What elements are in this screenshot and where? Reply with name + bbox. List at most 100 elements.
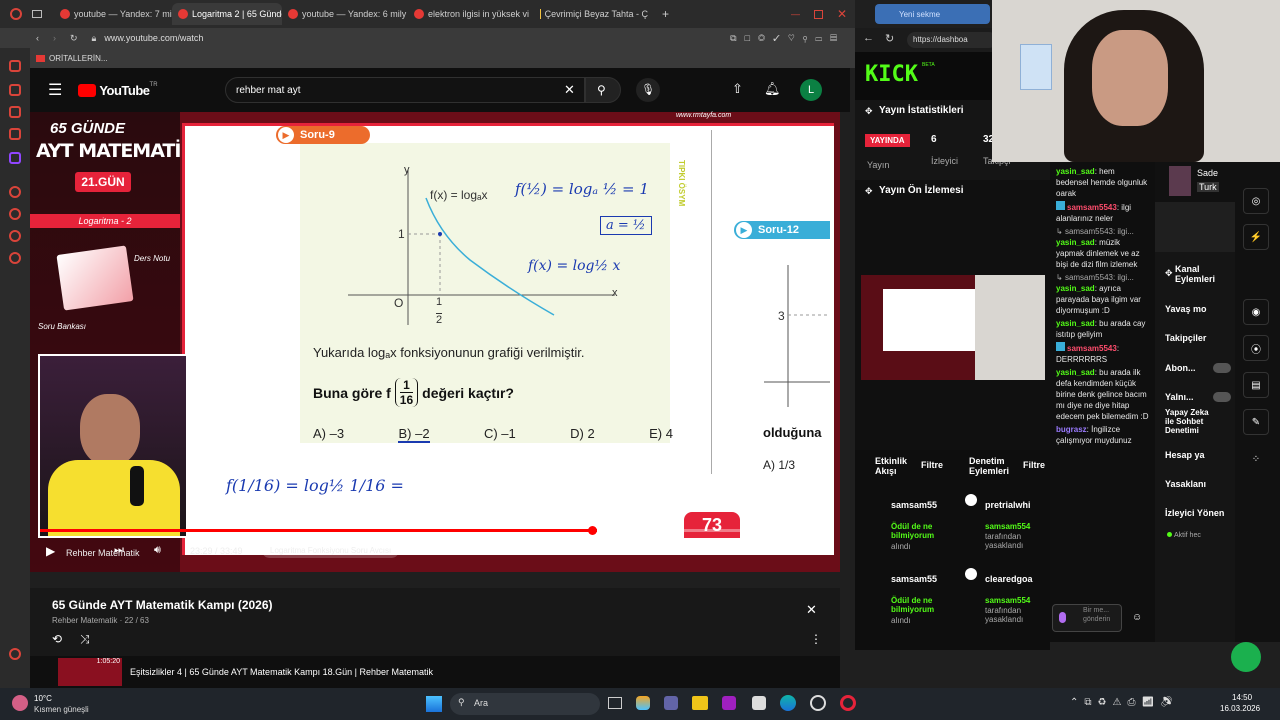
back-icon-2[interactable]: ← (863, 32, 874, 44)
tab-5[interactable]: Çevrimiçi Beyaz Tahta - Ç (534, 3, 654, 25)
toggle-only[interactable] (1213, 392, 1231, 402)
sidebar-icon[interactable] (9, 230, 21, 242)
browser-menu-icon[interactable] (10, 8, 22, 20)
tray-icons[interactable]: ⌃⧉♻⚠⎙📶︎🔊︎ (1070, 697, 1179, 708)
sidebar-icon[interactable] (9, 60, 21, 72)
chat-username[interactable]: yasin_sad (1056, 284, 1095, 293)
kick-new-tab[interactable]: Yeni sekme (875, 4, 990, 24)
subtitles-icon[interactable] (712, 545, 724, 554)
reload-icon-2[interactable]: ↻ (885, 32, 894, 45)
back-icon[interactable]: ‹ (36, 33, 39, 43)
toggle-subscribers[interactable] (1213, 363, 1231, 373)
tab-1[interactable]: youtube — Yandex: 7 milyo (54, 3, 172, 25)
broadcast-icon[interactable]: ⦿ (1243, 335, 1269, 361)
chat-icon[interactable]: ◉ (1243, 299, 1269, 325)
setting-banned[interactable]: Yasaklanı (1165, 479, 1206, 489)
opera-icon[interactable] (840, 695, 856, 711)
tab-4[interactable]: elektron ilgisi in yüksek vi (408, 3, 534, 25)
theater-icon[interactable] (776, 545, 789, 554)
streamer-avatar[interactable] (1169, 166, 1191, 196)
tab-list-icon[interactable] (32, 10, 42, 18)
explorer-icon[interactable] (692, 696, 708, 710)
notifications-icon[interactable]: 🔔︎ (764, 81, 781, 97)
playlist-item[interactable]: 1:05:20 Eşitsizlikler 4 | 65 Günde AYT M… (30, 656, 840, 688)
task-view-icon[interactable] (608, 697, 622, 709)
sidebar-icon[interactable] (9, 208, 21, 220)
activity-user[interactable]: samsam55 (891, 500, 937, 510)
new-tab-button[interactable]: + (662, 7, 669, 21)
search-input[interactable]: rehber mat ayt (225, 77, 585, 103)
mod-user[interactable]: pretrialwhi (985, 500, 1031, 510)
setting-only[interactable]: Yalnı... (1165, 392, 1194, 402)
setting-slow-mode[interactable]: Yavaş mo (1165, 304, 1207, 314)
clock-time[interactable]: 14:50 (1232, 693, 1252, 702)
more-options-icon[interactable]: ⋮ (810, 632, 822, 646)
setting-followers[interactable]: Takipçiler (1165, 333, 1206, 343)
volume-icon[interactable]: 🔊︎ (154, 544, 161, 557)
chat-username[interactable]: samsam5543 (1067, 203, 1117, 212)
twitch-icon[interactable] (9, 152, 21, 164)
extension-icons[interactable]: ⧉□◎✓♡⚲▭▤ (730, 33, 845, 44)
reload-icon[interactable]: ↻ (70, 33, 78, 44)
tab-2-active[interactable]: Logaritma 2 | 65 Günde A (172, 3, 282, 25)
voice-search-button[interactable]: 🎙︎ (636, 78, 660, 102)
settings-gear-icon[interactable]: ⚙ (744, 543, 755, 557)
filter-button[interactable]: Filtre (921, 460, 943, 470)
menu-icon[interactable]: ☰ (48, 80, 62, 100)
app-icon-2[interactable] (810, 695, 826, 711)
copilot-icon[interactable] (636, 696, 650, 710)
chat-username[interactable]: yasin_sad (1056, 319, 1095, 328)
chat-username[interactable]: samsam5543 (1067, 344, 1117, 353)
sidebar-icon[interactable] (9, 106, 21, 118)
setting-account[interactable]: Hesap ya (1165, 450, 1205, 460)
wrench-icon[interactable]: ✎ (1243, 409, 1269, 435)
maximize-button[interactable] (813, 9, 823, 19)
chat-input[interactable]: Bir me... gönderin (1052, 604, 1122, 632)
teams-icon[interactable] (664, 696, 678, 710)
layout-icon[interactable]: ▤ (1243, 372, 1269, 398)
setting-viewer-mgmt[interactable]: İzleyici Yönen (1165, 508, 1224, 518)
upload-icon[interactable]: ⇧ (732, 81, 743, 97)
settings-icon[interactable] (9, 648, 21, 660)
chapter-chip[interactable]: Logaritma Fonksiyonu Soru Avcısı (262, 543, 400, 558)
mod-user[interactable]: clearedgoa (985, 574, 1033, 584)
play-button[interactable]: ▶ (46, 544, 55, 558)
close-window-button[interactable]: ✕ (837, 7, 847, 21)
apps-icon[interactable]: ⁘ (1243, 446, 1269, 472)
kick-logo[interactable]: KICK (865, 62, 918, 87)
lightning-icon[interactable]: ⚡ (1243, 224, 1269, 250)
camera-icon[interactable]: ◎ (1243, 188, 1269, 214)
clear-search-icon[interactable]: ✕ (564, 82, 575, 98)
setting-subscribers[interactable]: Abon... (1165, 363, 1196, 373)
chat-username[interactable]: yasin_sad (1056, 238, 1095, 247)
url-field[interactable]: www.youtube.com/watch (104, 33, 203, 43)
search-button[interactable]: ⚲ (585, 77, 621, 103)
filter-button-2[interactable]: Filtre (1023, 460, 1045, 470)
taskbar-search[interactable]: Ara (450, 693, 600, 715)
close-playlist-icon[interactable]: ✕ (806, 602, 817, 618)
shuffle-icon[interactable]: ⤨ (80, 632, 90, 647)
edge-icon[interactable] (780, 695, 796, 711)
mod-by[interactable]: samsam554 (985, 522, 1030, 531)
minimize-button[interactable]: — (791, 9, 800, 19)
scrubber-handle[interactable] (588, 526, 597, 535)
emote-icon[interactable]: ☺ (1132, 612, 1142, 623)
chat-username[interactable]: yasin_sad (1056, 167, 1095, 176)
bookmark-item[interactable]: ORİTALLERİN... (49, 54, 108, 63)
playlist-title[interactable]: 65 Günde AYT Matematik Kampı (2026) (52, 598, 273, 612)
loop-icon[interactable]: ⟲ (52, 632, 62, 646)
headset-icon[interactable] (1231, 642, 1261, 672)
progress-bar[interactable] (40, 529, 820, 532)
youtube-logo[interactable]: YouTube (99, 83, 150, 98)
fullscreen-icon[interactable]: ⛶ (808, 543, 816, 556)
app-icon[interactable] (722, 696, 736, 710)
clock-date[interactable]: 16.03.2026 (1220, 704, 1260, 713)
mic-icon[interactable] (1059, 612, 1066, 623)
mod-by[interactable]: samsam554 (985, 596, 1030, 605)
sidebar-icon[interactable] (9, 252, 21, 264)
activity-user[interactable]: samsam55 (891, 574, 937, 584)
start-button[interactable] (426, 696, 442, 712)
chat-username[interactable]: bugrasz (1056, 425, 1087, 434)
sidebar-icon[interactable] (9, 186, 21, 198)
chat-username[interactable]: yasin_sad (1056, 368, 1095, 377)
